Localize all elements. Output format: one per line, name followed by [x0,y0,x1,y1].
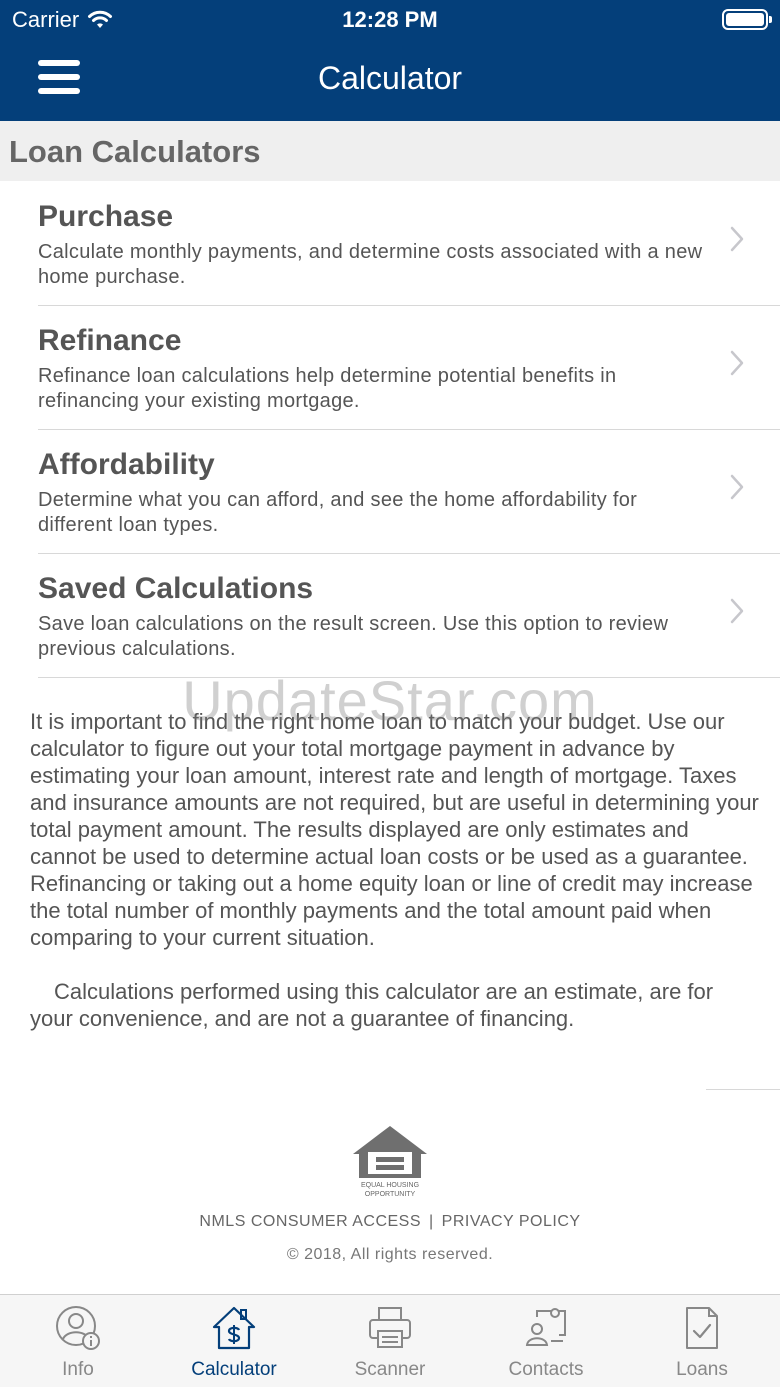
house-dollar-icon [212,1306,256,1350]
page-title: Calculator [317,60,463,96]
tab-bar: Info Calculator Scanner Contacts Loans [0,1294,780,1387]
chevron-right-icon [730,350,744,376]
document-check-icon [686,1307,718,1349]
tab-calculator[interactable]: Calculator [156,1295,312,1387]
section-header: Loan Calculators [0,121,780,181]
chevron-right-icon [730,474,744,500]
section-header-label: Loan Calculators [9,134,261,169]
watermark: UpdateStar.com [182,669,598,732]
disclaimer-paragraph: Calculations performed using this calcul… [30,979,714,1031]
divider [706,1089,780,1090]
item-description: Determine what you can afford, and see t… [38,489,638,536]
nav-bar: Calculator [0,40,780,121]
item-description: Refinance loan calculations help determi… [38,365,617,412]
status-bar: Carrier 12:28 PM [0,0,780,40]
chevron-right-icon [730,226,744,252]
printer-icon [369,1307,411,1348]
link-separator: | [429,1213,434,1230]
info-user-icon [56,1306,100,1350]
disclaimer-paragraph: It is important to find the right home l… [30,709,759,950]
tab-contacts[interactable]: Contacts [468,1295,624,1387]
disclaimer-text: It is important to find the right home l… [30,708,760,1032]
privacy-policy-link[interactable]: PRIVACY POLICY [442,1213,581,1230]
footer-links: NMLS CONSUMER ACCESS | PRIVACY POLICY [0,1213,780,1231]
list-item-purchase[interactable]: Purchase Calculate monthly payments, and… [0,182,780,306]
tab-label: Info [62,1359,94,1380]
chevron-right-icon [730,598,744,624]
list-item-refinance[interactable]: Refinance Refinance loan calculations he… [0,306,780,430]
tab-loans[interactable]: Loans [624,1295,780,1387]
battery-icon [722,9,772,30]
copyright-text: © 2018, All rights reserved. [286,1246,494,1263]
item-title: Purchase [38,200,174,233]
item-description: Save loan calculations on the result scr… [38,613,669,660]
tab-info[interactable]: Info [0,1295,156,1387]
tab-label: Contacts [508,1359,584,1380]
item-description: Calculate monthly payments, and determin… [38,241,703,288]
item-title: Refinance [38,324,182,357]
tab-label: Scanner [354,1359,426,1380]
list-item-affordability[interactable]: Affordability Determine what you can aff… [0,430,780,554]
contacts-icon [525,1308,566,1346]
item-title: Affordability [38,448,215,481]
equal-housing-caption: EQUAL HOUSING OPPORTUNITY [360,1182,420,1198]
nmls-consumer-access-link[interactable]: NMLS CONSUMER ACCESS [199,1213,421,1230]
tab-label: Loans [676,1359,728,1380]
tab-label: Calculator [191,1359,277,1380]
list-item-saved-calculations[interactable]: Saved Calculations Save loan calculation… [0,554,780,678]
tab-scanner[interactable]: Scanner [312,1295,468,1387]
status-time: 12:28 PM [342,7,438,32]
item-title: Saved Calculations [38,572,314,605]
